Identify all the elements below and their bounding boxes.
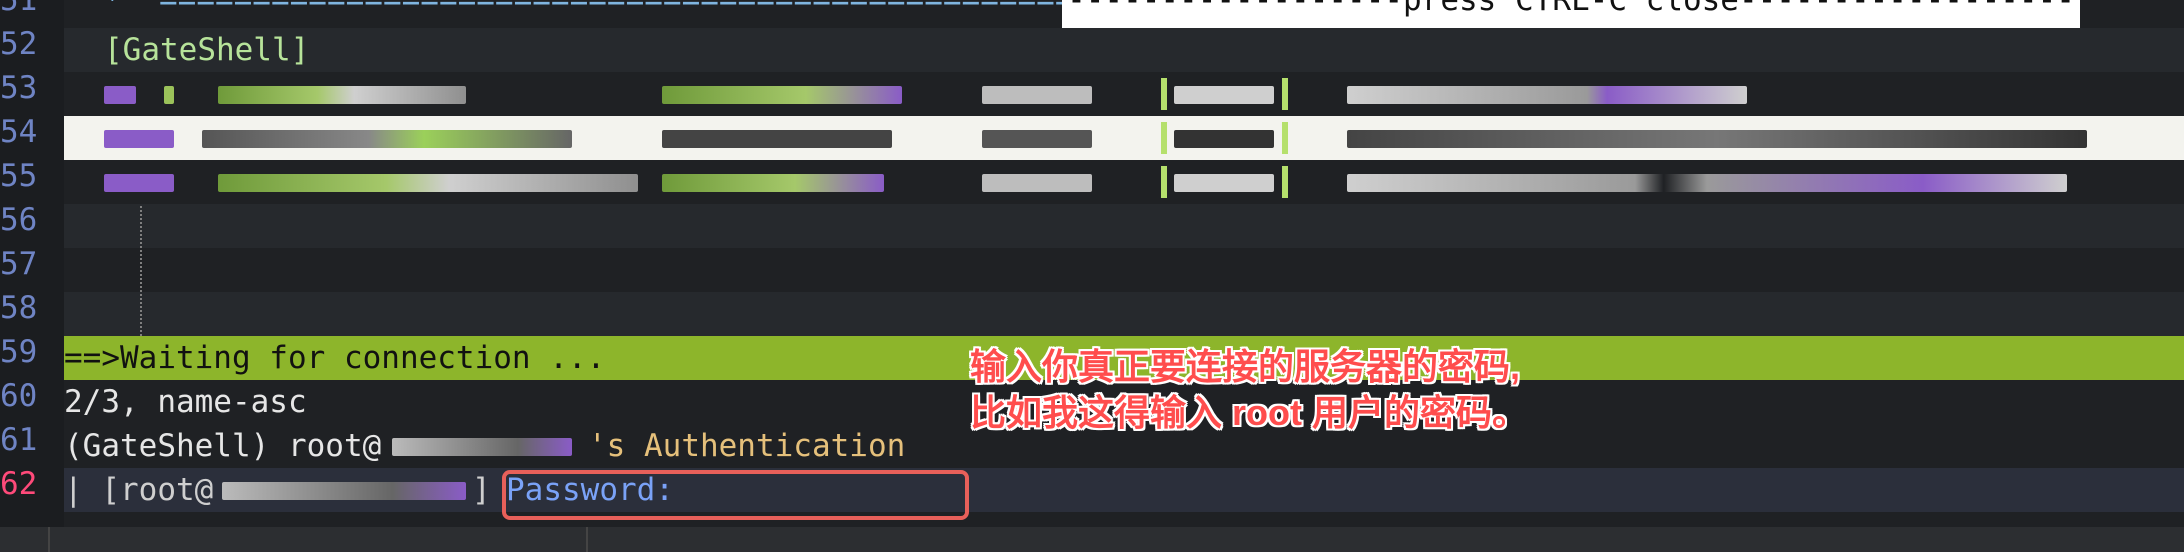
redacted-hostname: [218, 86, 466, 104]
line-number: 55: [0, 158, 38, 194]
empty-line: [64, 292, 2184, 336]
redacted-user: [982, 130, 1092, 148]
empty-line: [64, 248, 2184, 292]
column-bar: [1161, 122, 1167, 154]
gateshell-title: [GateShell]: [104, 32, 310, 68]
annotation-line-2: 比如我这得输入 root 用户的密码。: [970, 392, 1528, 433]
indent-guide: [140, 206, 142, 336]
redacted-host: [222, 482, 466, 500]
host-row-3[interactable]: [64, 160, 2184, 204]
redacted-ip: [662, 174, 884, 192]
host-row-1[interactable]: [64, 72, 2184, 116]
line-number: 57: [0, 246, 38, 282]
waiting-text: ==>Waiting for connection ...: [64, 340, 606, 376]
redacted-user: [982, 174, 1092, 192]
column-bar: [1282, 166, 1288, 198]
redacted-index: [104, 174, 174, 192]
column-bar: [1161, 166, 1167, 198]
column-bar: [1282, 78, 1288, 110]
redacted-ip: [662, 86, 902, 104]
redacted-type: [1174, 130, 1274, 148]
line-number: 54: [0, 114, 38, 150]
host-row-2-selected[interactable]: [64, 116, 2184, 160]
redacted-mark: [164, 86, 174, 104]
password-prompt-row[interactable]: | [root@ ] Password:: [64, 468, 2184, 512]
redacted-host: [392, 438, 572, 456]
line-number: 60: [0, 378, 38, 414]
header-row: [GateShell]: [64, 28, 2184, 72]
column-bar: [1282, 122, 1288, 154]
redacted-user: [982, 86, 1092, 104]
password-highlight-box: [502, 470, 969, 520]
annotation-line-1: 输入你真正要连接的服务器的密码,: [970, 346, 1521, 387]
empty-line: [64, 204, 2184, 248]
line-number: 58: [0, 290, 38, 326]
line-number: 59: [0, 334, 38, 370]
redacted-hostname: [218, 174, 638, 192]
line-number: 52: [0, 26, 38, 62]
auth-prefix: (GateShell) root@: [64, 428, 382, 464]
line-number: 53: [0, 70, 38, 106]
redacted-type: [1174, 174, 1274, 192]
redacted-hostname: [202, 130, 572, 148]
line-number: 56: [0, 202, 38, 238]
redacted-index: [104, 130, 174, 148]
status-bar: [0, 527, 2184, 552]
auth-suffix: 's Authentication: [588, 428, 906, 464]
divider: [48, 527, 50, 552]
close-hint-box: ------------------press CTRL-C close----…: [1062, 0, 2080, 28]
current-line-number: 62: [0, 466, 38, 502]
redacted-description: [1347, 86, 1747, 104]
redacted-index: [104, 86, 136, 104]
column-bar: [1161, 78, 1167, 110]
redacted-description: [1347, 174, 2067, 192]
line-number: 51: [0, 0, 38, 18]
close-hint-text: ------------------press CTRL-C close----…: [1067, 0, 2075, 18]
divider: [586, 527, 588, 552]
redacted-type: [1174, 86, 1274, 104]
paging-text: 2/3, name-asc: [64, 384, 307, 420]
prompt-close-bracket: ]: [472, 472, 491, 508]
redacted-ip: [662, 130, 892, 148]
prompt-prefix: | [root@: [64, 472, 214, 508]
redacted-description: [1347, 130, 2087, 148]
line-number: 61: [0, 422, 38, 458]
